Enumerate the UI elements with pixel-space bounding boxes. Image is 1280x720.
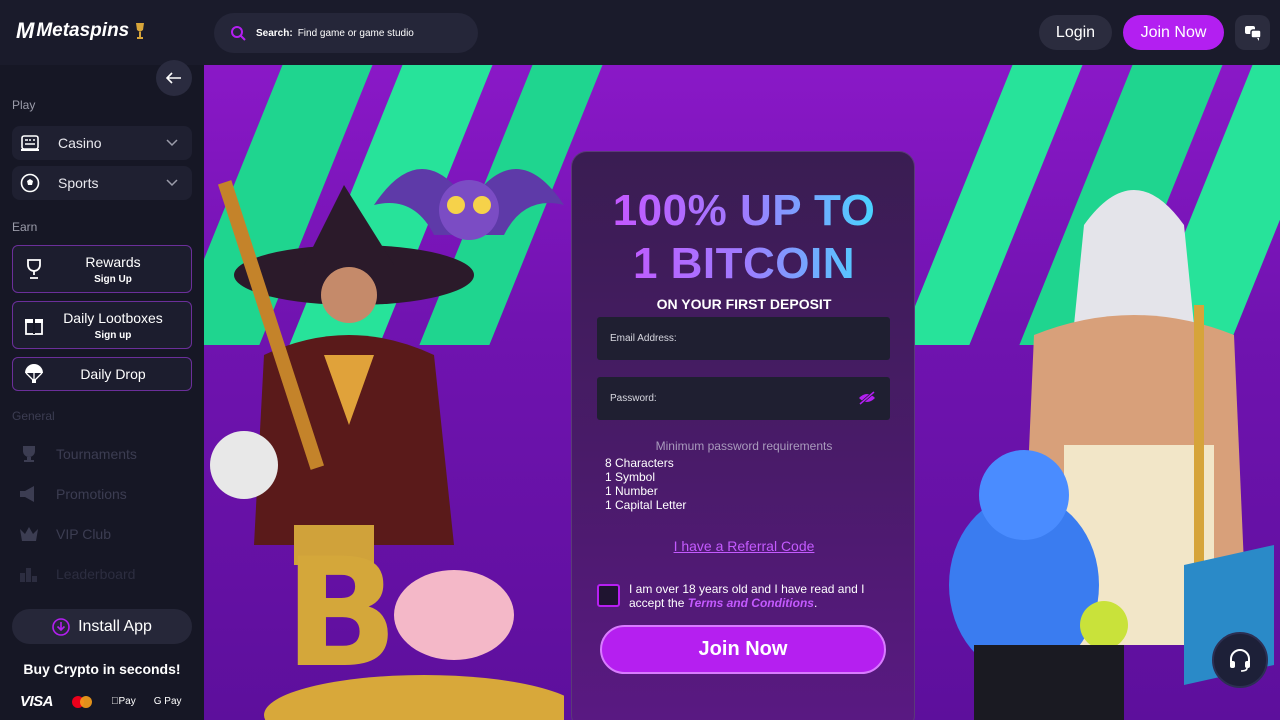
gift-icon <box>25 319 43 335</box>
daily-drop-title: Daily Drop <box>80 366 146 382</box>
buy-crypto-text: Buy Crypto in seconds! <box>23 661 181 677</box>
age-terms-checkbox[interactable] <box>597 584 620 607</box>
sidebar-item-promotions[interactable]: Promotions <box>18 485 127 503</box>
email-field-container <box>597 317 890 360</box>
sidebar-item-rewards[interactable]: Rewards Sign Up <box>12 245 192 293</box>
sidebar-item-label: Tournaments <box>56 446 137 462</box>
headset-icon <box>1230 649 1250 672</box>
rewards-title: Rewards <box>85 253 141 270</box>
payment-methods: VISA Pay G Pay <box>20 693 182 710</box>
eye-hidden-icon[interactable] <box>858 391 876 405</box>
email-field[interactable] <box>610 333 850 344</box>
referral-code-link[interactable]: I have a Referral Code <box>572 538 916 554</box>
rewards-text: Rewards Sign Up <box>45 254 191 285</box>
list-item: 1 Number <box>605 484 658 498</box>
sidebar: Play Casino Sports Earn Rewards Sign Up … <box>0 60 204 720</box>
general-section-label: General <box>12 409 55 423</box>
mastercard-logo-icon <box>72 695 93 708</box>
sidebar-item-label: Leaderboard <box>56 566 136 582</box>
headline-line-2: 1 BITCOIN <box>572 239 916 289</box>
apple-icon:  <box>111 696 119 707</box>
lootboxes-signup: Sign up <box>94 329 132 341</box>
headline-line-1: 100% UP TO <box>572 186 916 236</box>
install-app-button[interactable]: Install App <box>12 609 192 644</box>
trophy-icon <box>136 23 145 39</box>
crown-icon <box>20 527 38 541</box>
chevron-down-icon <box>166 179 178 187</box>
list-item: 8 Characters <box>605 456 674 470</box>
download-icon <box>52 617 70 636</box>
soccer-ball-icon <box>20 173 40 193</box>
search-label: Search: <box>256 27 293 39</box>
leaderboard-icon <box>20 568 37 582</box>
arrow-left-icon <box>166 72 181 84</box>
zeus-character-illustration <box>949 190 1274 720</box>
lootboxes-title: Daily Lootboxes <box>63 309 163 326</box>
top-bar: M Metaspins Search: Login Join Now <box>0 0 1280 65</box>
install-app-label: Install App <box>78 617 152 635</box>
sidebar-item-leaderboard[interactable]: Leaderboard <box>18 565 135 583</box>
search-bar[interactable]: Search: <box>214 13 478 53</box>
trophy-icon <box>27 259 41 279</box>
password-field-container <box>597 377 890 420</box>
casino-icon <box>21 135 39 151</box>
apple-pay-label: Pay <box>111 696 136 707</box>
chat-icon <box>1244 25 1262 41</box>
trophy-icon <box>23 446 35 462</box>
list-item: 1 Capital Letter <box>605 498 687 512</box>
apple-pay-logo: Pay <box>111 696 136 707</box>
join-now-button[interactable]: Join Now <box>1123 15 1224 50</box>
promo-banner: B 100% UP TO 1 BITCOIN ON YOUR FIRST DEP… <box>204 65 1280 720</box>
svg-text:B: B <box>284 527 398 701</box>
sidebar-item-casino[interactable]: Casino <box>12 126 192 160</box>
password-requirements-title: Minimum password requirements <box>655 439 833 453</box>
lootboxes-text: Daily Lootboxes Sign up <box>45 310 191 341</box>
sidebar-item-label: Sports <box>58 175 99 191</box>
signup-card: 100% UP TO 1 BITCOIN ON YOUR FIRST DEPOS… <box>571 151 915 720</box>
sidebar-item-daily-lootboxes[interactable]: Daily Lootboxes Sign up <box>12 301 192 349</box>
terms-suffix: . <box>813 596 818 610</box>
headline-subtitle: ON YOUR FIRST DEPOSIT <box>656 296 832 312</box>
play-section-label: Play <box>12 98 36 112</box>
collapse-sidebar-button[interactable] <box>156 60 192 96</box>
sidebar-item-label: Casino <box>58 135 102 151</box>
list-item: 1 Symbol <box>605 470 656 484</box>
chevron-down-icon <box>166 139 178 147</box>
sidebar-item-daily-drop[interactable]: Daily Drop <box>12 357 192 391</box>
rewards-signup: Sign Up <box>94 273 132 285</box>
metaspins-logo[interactable]: M Metaspins <box>16 18 145 44</box>
sidebar-item-vip-club[interactable]: VIP Club <box>18 525 111 543</box>
sidebar-item-sports[interactable]: Sports <box>12 166 192 200</box>
search-input[interactable] <box>297 27 448 39</box>
signup-join-now-button[interactable]: Join Now <box>600 625 886 674</box>
sidebar-item-label: VIP Club <box>56 526 111 542</box>
terms-text: I am over 18 years old and I have read a… <box>629 582 879 610</box>
sidebar-item-tournaments[interactable]: Tournaments <box>18 445 137 463</box>
visa-logo: VISA <box>20 693 54 710</box>
login-button[interactable]: Login <box>1039 15 1112 50</box>
google-pay-logo: G Pay <box>146 696 182 707</box>
earn-section-label: Earn <box>12 220 38 234</box>
logo-text: Metaspins <box>36 20 130 41</box>
sidebar-item-label: Promotions <box>56 486 127 502</box>
logo-mark: M <box>16 18 34 43</box>
daily-drop-text: Daily Drop <box>45 366 191 382</box>
search-icon <box>231 26 246 41</box>
support-chat-button[interactable] <box>1212 632 1268 688</box>
terms-link[interactable]: Terms and Conditions <box>688 596 814 610</box>
megaphone-icon <box>20 486 34 502</box>
bat-character-illustration <box>374 169 564 240</box>
password-requirements-list: 8 Characters 1 Symbol 1 Number 1 Capital… <box>605 456 686 512</box>
chat-button[interactable] <box>1235 15 1270 50</box>
password-field[interactable] <box>610 393 850 404</box>
parachute-icon <box>25 364 43 383</box>
